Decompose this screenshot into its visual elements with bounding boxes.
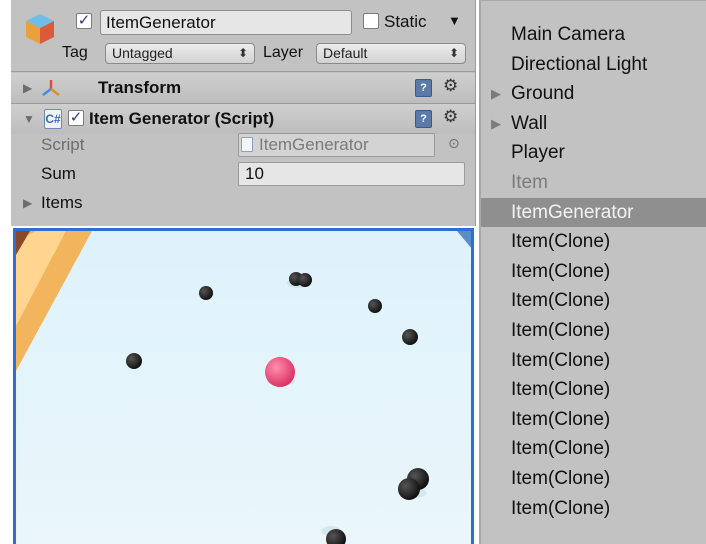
inspector-panel: ✓ ItemGenerator Static ▼ Tag Untagged ⬍ … [11,0,476,226]
hierarchy-item[interactable]: Item(Clone) [481,316,706,345]
static-checkbox[interactable] [363,13,379,29]
script-field-label: Script [41,135,85,154]
hierarchy-item[interactable]: Directional Light [481,50,706,79]
static-label: Static [384,12,427,31]
transform-component-header[interactable]: ▶ Transform ? ⚙ [11,73,475,103]
item-clone[interactable] [298,273,312,287]
book-help-icon[interactable]: ? [415,110,432,128]
foldout-collapsed-icon[interactable]: ▶ [23,81,32,95]
hierarchy-item-label: Item(Clone) [511,261,611,282]
book-help-icon[interactable]: ? [415,79,432,97]
dropdown-arrows-icon: ⬍ [448,46,459,60]
transform-axes-icon [42,80,60,96]
script-component-header[interactable]: ▼ C# ✓ Item Generator (Script) ? ⚙ [11,104,475,134]
object-name-field[interactable]: ItemGenerator [100,10,352,35]
tag-value: Untagged [112,45,173,61]
hierarchy-item-label: Item [511,172,548,193]
gear-icon[interactable]: ⚙ [443,107,458,127]
active-checkbox[interactable]: ✓ [76,13,92,29]
hierarchy-item-label: Item(Clone) [511,350,611,371]
hierarchy-item[interactable]: Item [481,168,706,197]
foldout-collapsed-icon[interactable]: ▶ [491,109,501,138]
hierarchy-item-label: ItemGenerator [511,202,634,223]
hierarchy-item-label: Wall [511,113,548,134]
hierarchy-item-label: Directional Light [511,54,648,75]
hierarchy-panel: Main Camera Directional Light ▶ Ground ▶ Wall… [479,0,706,544]
script-field-value: ItemGenerator [259,135,369,154]
hierarchy-item-label: Main Camera [511,24,626,45]
scene-view[interactable] [13,228,474,544]
scene-canvas[interactable] [16,231,474,544]
hierarchy-item-label: Player [511,142,565,163]
item-clone[interactable] [126,353,142,369]
item-clone[interactable] [402,329,418,345]
hierarchy-item-label: Item(Clone) [511,409,611,430]
csharp-script-icon: C# [44,109,62,129]
hierarchy-item-label: Item(Clone) [511,290,611,311]
sum-field-label: Sum [41,164,76,183]
object-picker-icon[interactable]: ⊙ [448,135,460,152]
layer-dropdown[interactable]: Default ⬍ [316,43,466,64]
tag-label: Tag [62,44,88,61]
hierarchy-item[interactable]: Item(Clone) [481,464,706,493]
items-field-label[interactable]: Items [41,193,83,213]
hierarchy-item[interactable]: Item(Clone) [481,346,706,375]
gear-icon[interactable]: ⚙ [443,76,458,96]
item-clone[interactable] [199,286,213,300]
hierarchy-item[interactable]: Item(Clone) [481,257,706,286]
foldout-collapsed-icon[interactable]: ▶ [23,196,32,210]
dropdown-arrows-icon: ⬍ [237,46,248,60]
script-enabled-checkbox[interactable]: ✓ [68,110,84,126]
hierarchy-item[interactable]: Item(Clone) [481,434,706,463]
hierarchy-item-label: Item(Clone) [511,320,611,341]
hierarchy-item-label: Item(Clone) [511,231,611,252]
sum-input[interactable]: 10 [238,162,465,186]
static-dropdown-arrow-icon[interactable]: ▼ [448,13,461,28]
hierarchy-item[interactable]: Player [481,138,706,167]
hierarchy-item[interactable]: Item(Clone) [481,227,706,256]
foldout-expanded-icon[interactable]: ▼ [23,112,35,126]
tag-dropdown[interactable]: Untagged ⬍ [105,43,255,64]
hierarchy-item-label: Item(Clone) [511,379,611,400]
hierarchy-item[interactable]: ▶ Wall [481,109,706,138]
hierarchy-item[interactable]: Item(Clone) [481,286,706,315]
hierarchy-item[interactable]: ▶ Ground [481,79,706,108]
hierarchy-item[interactable]: Item(Clone) [481,375,706,404]
hierarchy-item-label: Item(Clone) [511,498,611,519]
script-component-title: Item Generator (Script) [89,109,275,128]
layer-value: Default [323,45,368,61]
hierarchy-item[interactable]: ItemGenerator [481,198,706,227]
divider [11,71,475,72]
layer-label: Layer [263,44,304,61]
item-clone[interactable] [398,478,420,500]
hierarchy-item-label: Item(Clone) [511,468,611,489]
gameobject-cube-icon [26,14,54,44]
hierarchy-item-label: Ground [511,83,575,104]
player-sphere[interactable] [265,357,295,387]
item-clone[interactable] [368,299,382,313]
hierarchy-item[interactable]: Item(Clone) [481,405,706,434]
transform-title: Transform [98,78,182,97]
hierarchy-item[interactable]: Item(Clone) [481,494,706,523]
hierarchy-item-label: Item(Clone) [511,438,611,459]
script-file-icon [241,137,253,152]
script-object-field: ItemGenerator [238,133,435,157]
foldout-collapsed-icon[interactable]: ▶ [491,79,501,108]
hierarchy-item[interactable]: Main Camera [481,20,706,49]
